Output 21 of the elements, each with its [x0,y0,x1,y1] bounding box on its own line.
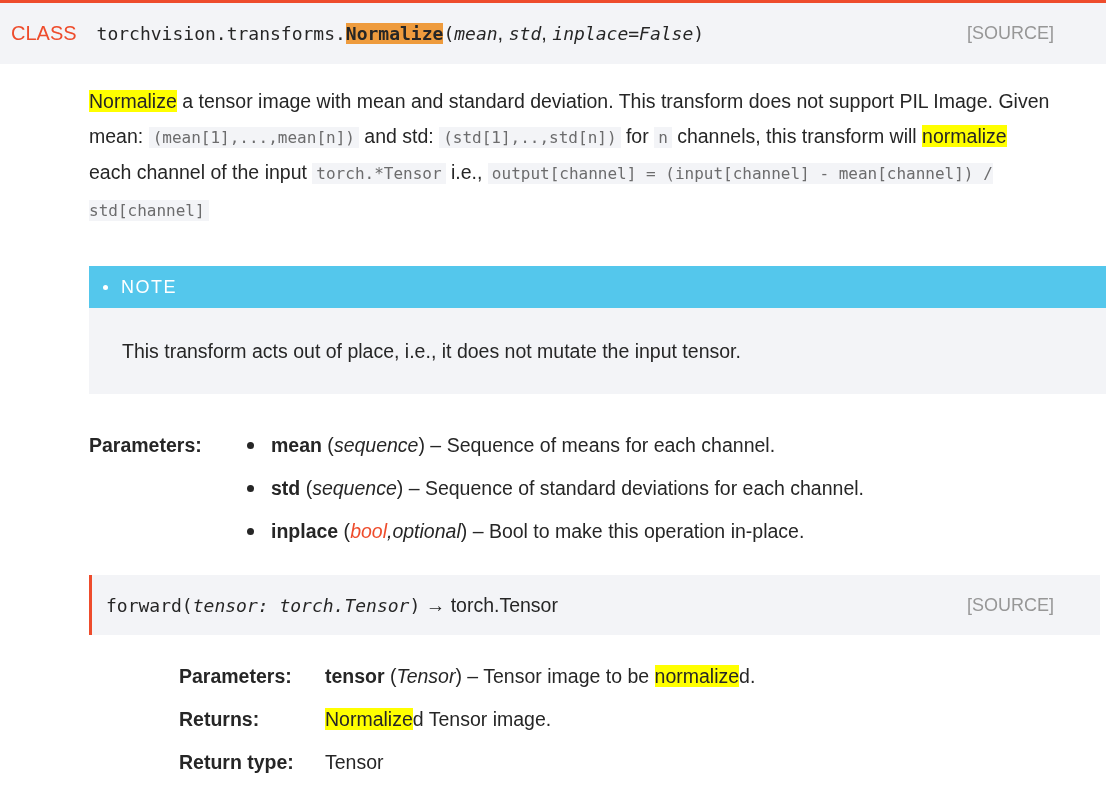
field-label: Returns: [179,708,261,731]
bullet-icon [247,485,254,492]
source-link[interactable]: [SOURCE] [967,23,1054,44]
bullet-icon [103,284,108,290]
parameter-description: inplace (bool,optional) – Bool to make this operation in-place. [271,520,805,543]
field-label: Return type: [179,751,295,774]
field-value: Normalized Tensor image. [325,708,553,731]
bullet-icon [247,442,254,449]
field-label: Parameters: [179,665,293,688]
class-keyword: CLASS [11,22,77,45]
class-signature: torchvision.transforms.Normalize(mean, std, inplace=False) [96,22,706,45]
source-link[interactable]: [SOURCE] [967,594,1054,616]
note-text: This transform acts out of place, i.e., it does not mutate the input tensor. [122,339,741,363]
note-title: NOTE [121,276,177,298]
parameter-description: mean (sequence) – Sequence of means for each channel. [271,434,776,457]
bullet-icon [247,528,254,535]
parameter-description: std (sequence) – Sequence of standard deviations for each channel. [271,477,864,500]
field-value: Tensor [325,751,385,774]
parameters-label: Parameters: [89,434,203,458]
description-paragraph: Normalize a tensor image with mean and standard deviation. This transform does not support PIL Image. Given mean: (mean[1],...,mean[n]) and std: (std[1],..,std[n]) for n channels, this transform will normalize each channel of the input torch.*Tensor i.e., output[channel] = (input[channel] - mean[channel]) / std[channel] [89,89,1050,223]
method-signature: forward(tensor: torch.Tensor) → torch.Tensor [106,593,559,617]
